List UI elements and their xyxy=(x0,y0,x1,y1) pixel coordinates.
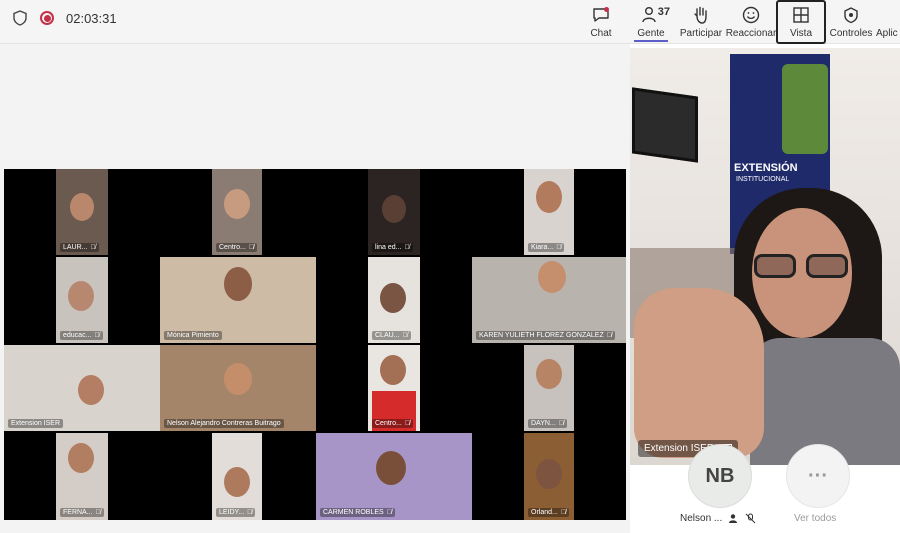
controls-icon xyxy=(844,7,858,24)
controls-label: Controles xyxy=(829,28,873,39)
participant-name: FERNA... xyxy=(63,509,93,516)
speaker-glasses xyxy=(754,254,848,278)
banner-title: EXTENSIÓN xyxy=(734,162,798,174)
participant-tile[interactable]: Centro... 🎙̸ xyxy=(368,345,420,431)
participant-name: Orland... xyxy=(531,509,558,516)
view-button[interactable]: Vista xyxy=(776,0,826,44)
participant-name: DAYN... xyxy=(531,420,556,427)
participant-name: Extension ISER xyxy=(11,420,61,427)
meeting-toolbar: Chat 37 Gente Participar Reaccionar Vist… xyxy=(576,0,900,44)
mic-muted-icon: 🎙̸ xyxy=(606,332,612,339)
participant-name: Kiara... xyxy=(531,244,554,251)
shield-icon[interactable] xyxy=(12,10,28,26)
participant-name: lina ed... xyxy=(375,244,402,251)
people-button[interactable]: 37 Gente xyxy=(626,0,676,44)
view-label: Vista xyxy=(789,28,813,39)
participant-name: LAUR... xyxy=(63,244,88,251)
mic-muted-icon: 🎙̸ xyxy=(248,244,255,251)
participant-name: educac... xyxy=(63,332,92,339)
mic-muted-icon: 🎙̸ xyxy=(386,509,392,516)
participant-tile[interactable]: DAYN... 🎙̸ xyxy=(524,345,574,431)
participant-name: Centro... xyxy=(219,244,246,251)
raise-hand-button[interactable]: Participar xyxy=(676,0,726,44)
people-count: 37 xyxy=(657,6,670,18)
mic-muted-icon: 🎙̸ xyxy=(95,509,101,516)
mic-muted-icon: 🎙̸ xyxy=(247,509,253,516)
participant-tile[interactable]: KAREN YULIETH FLOREZ GONZALEZ 🎙̸ xyxy=(472,257,626,343)
mic-muted-icon: 🎙̸ xyxy=(90,244,96,251)
participant-tile[interactable]: CLAU... 🎙̸ xyxy=(368,257,420,343)
meeting-header: 02:03:31 Chat 37 Gente Participar Reacci… xyxy=(0,0,900,44)
participant-tile[interactable]: Orland... 🎙̸ xyxy=(524,433,574,520)
apps-button[interactable]: Aplic xyxy=(876,0,900,44)
mic-muted-icon: 🎙̸ xyxy=(560,509,567,516)
avatar-name: Nelson ... xyxy=(680,513,723,524)
participant-tile[interactable]: Mónica Pimiento xyxy=(160,257,316,343)
mic-muted-icon: 🎙̸ xyxy=(558,420,565,427)
more-icon: ··· xyxy=(808,464,828,487)
participant-tile[interactable]: educac... 🎙̸ xyxy=(56,257,108,343)
apps-label: Aplic xyxy=(876,28,898,39)
chat-button[interactable]: Chat xyxy=(576,0,626,44)
avatar-initials: NB xyxy=(705,464,735,487)
participant-name: CARMEN ROBLES xyxy=(323,509,384,516)
participant-tile[interactable]: Extension ISER xyxy=(4,345,160,431)
participant-name: LEIDY... xyxy=(219,509,245,516)
spotlight-video[interactable]: EXTENSIÓN INSTITUCIONAL Extension ISER xyxy=(630,48,900,465)
mic-muted-icon: 🎙̸ xyxy=(94,332,100,339)
mic-muted-icon xyxy=(745,513,756,524)
video-stage: LAUR... 🎙̸ Centro... 🎙̸ lina ed... 🎙̸ Kiara… xyxy=(0,44,630,533)
raise-hand-label: Participar xyxy=(679,28,723,39)
participant-tile[interactable]: Nelson Alejandro Contreras Buitrago xyxy=(160,345,316,431)
react-button[interactable]: Reaccionar xyxy=(726,0,776,44)
notification-dot xyxy=(604,7,609,12)
participant-grid: LAUR... 🎙̸ Centro... 🎙̸ lina ed... 🎙̸ Kiara… xyxy=(4,169,626,520)
participant-tile[interactable]: LEIDY... 🎙̸ xyxy=(212,433,262,520)
mic-muted-icon: 🎙̸ xyxy=(402,332,408,339)
mic-muted-icon: 🎙̸ xyxy=(556,244,562,251)
view-grid-icon xyxy=(793,7,809,23)
react-label: Reaccionar xyxy=(725,28,777,39)
controls-button[interactable]: Controles xyxy=(826,0,876,44)
react-icon xyxy=(742,6,760,24)
participant-tile[interactable]: Centro... 🎙̸ xyxy=(212,169,262,255)
participant-name: KAREN YULIETH FLOREZ GONZALEZ xyxy=(479,332,604,339)
meeting-timer: 02:03:31 xyxy=(66,10,117,26)
presenter-icon xyxy=(729,514,738,523)
chat-label: Chat xyxy=(590,28,612,39)
participant-tile[interactable]: lina ed... 🎙̸ xyxy=(368,169,420,255)
avatar-caption: Nelson ... xyxy=(680,513,756,524)
raise-hand-icon xyxy=(694,6,707,24)
participant-tile[interactable]: CARMEN ROBLES 🎙̸ xyxy=(316,433,472,520)
participant-name: Nelson Alejandro Contreras Buitrago xyxy=(167,420,281,427)
view-all-label[interactable]: Ver todos xyxy=(794,513,836,524)
recording-icon xyxy=(40,11,54,25)
participant-tile[interactable]: LAUR... 🎙̸ xyxy=(56,169,108,255)
side-panel: EXTENSIÓN INSTITUCIONAL Extension ISER N… xyxy=(630,44,900,533)
view-all-button[interactable]: ··· xyxy=(786,444,850,508)
participant-name: Centro... xyxy=(375,420,402,427)
people-label: Gente xyxy=(637,28,665,39)
tv-screen xyxy=(632,87,698,163)
participant-name: Mónica Pimiento xyxy=(167,332,219,339)
participant-tile[interactable]: Kiara... 🎙̸ xyxy=(524,169,574,255)
banner-subtitle: INSTITUCIONAL xyxy=(736,176,790,183)
mic-muted-icon: 🎙̸ xyxy=(404,244,410,251)
participant-avatar[interactable]: NB xyxy=(688,444,752,508)
speaker-hands xyxy=(634,288,764,458)
participant-name: CLAU... xyxy=(375,332,400,339)
mic-muted-icon: 🎙̸ xyxy=(404,420,411,427)
participant-tile[interactable]: FERNA... 🎙̸ xyxy=(56,433,108,520)
